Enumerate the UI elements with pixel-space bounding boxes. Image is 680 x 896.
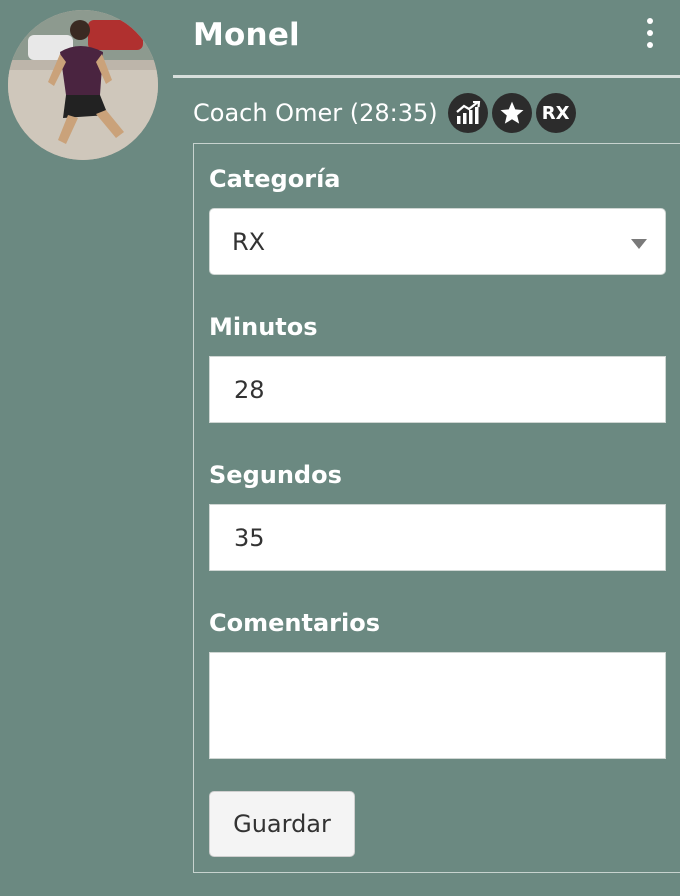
category-select[interactable]: RX bbox=[209, 208, 666, 275]
header-divider bbox=[173, 75, 680, 78]
seconds-input[interactable] bbox=[209, 504, 666, 571]
category-label: Categoría bbox=[209, 165, 341, 193]
seconds-label: Segundos bbox=[209, 461, 342, 489]
star-icon bbox=[491, 93, 532, 133]
athlete-name: Monel bbox=[193, 17, 300, 53]
comments-textarea[interactable] bbox=[209, 652, 666, 759]
chart-trend-icon bbox=[447, 93, 488, 133]
rx-badge: RX bbox=[535, 93, 576, 133]
save-button[interactable]: Guardar bbox=[209, 791, 355, 857]
coach-result-text: Coach Omer (28:35) bbox=[193, 99, 438, 127]
athlete-avatar bbox=[8, 10, 158, 160]
more-vertical-icon[interactable] bbox=[640, 18, 660, 48]
minutes-label: Minutos bbox=[209, 313, 318, 341]
minutes-input[interactable] bbox=[209, 356, 666, 423]
category-selected-value: RX bbox=[232, 227, 266, 256]
result-summary: Coach Omer (28:35) RX bbox=[193, 92, 576, 134]
chevron-down-icon bbox=[631, 239, 647, 249]
comments-label: Comentarios bbox=[209, 609, 380, 637]
